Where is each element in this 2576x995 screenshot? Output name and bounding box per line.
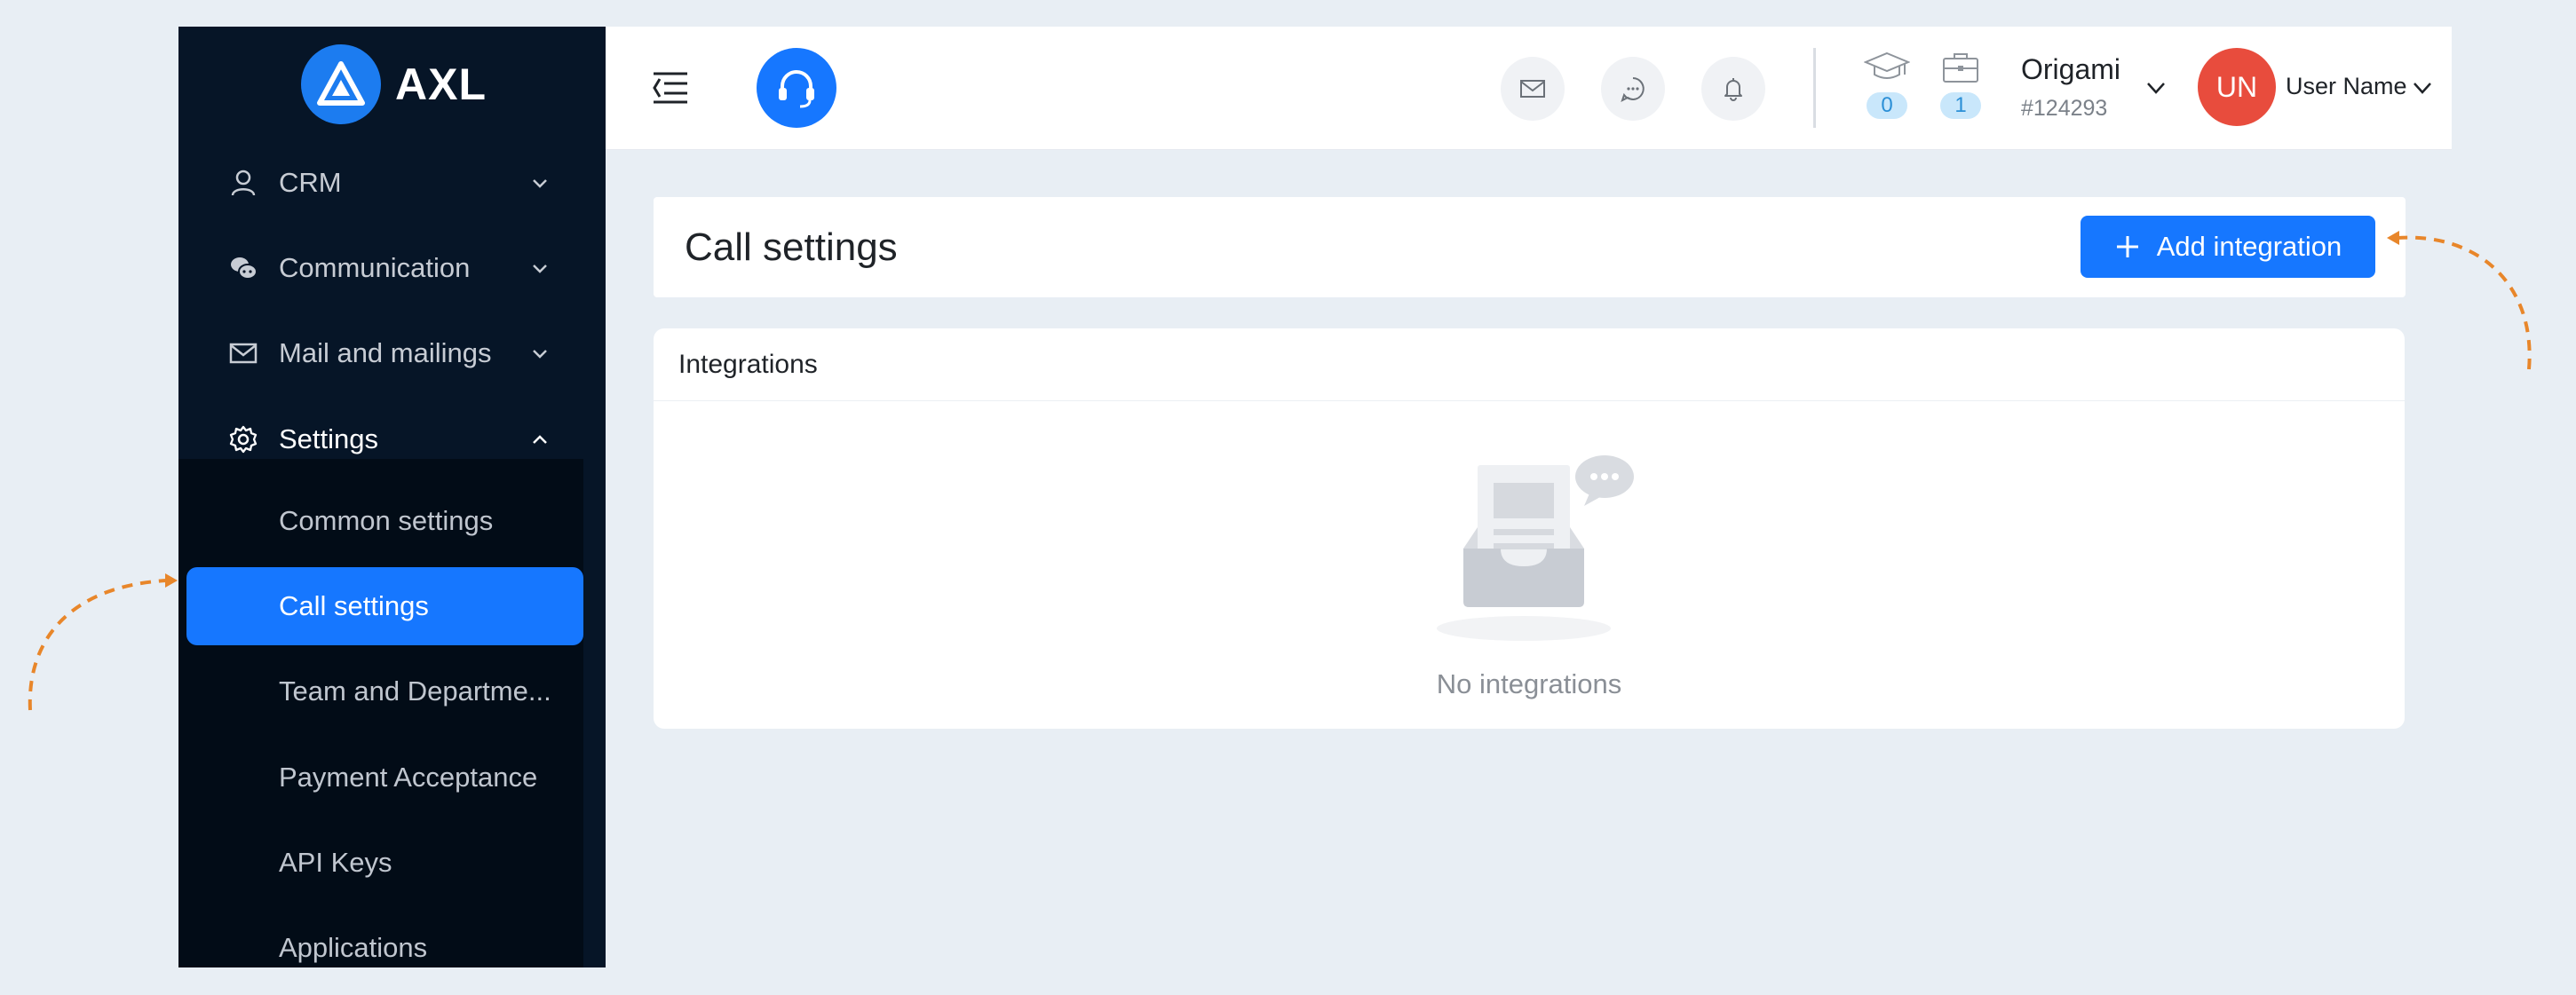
courses-counter[interactable]: 0 [1860, 50, 1914, 130]
sidebar-subitem-label: Call settings [279, 590, 429, 621]
gear-icon [229, 425, 258, 454]
graduation-cap-icon [1864, 51, 1910, 79]
sidebar-item-label: CRM [279, 167, 342, 198]
sidebar-subitem-label: API Keys [279, 847, 392, 878]
chevron-down-icon [533, 179, 547, 188]
brand-logo[interactable]: AXL [301, 44, 487, 124]
chevron-down-icon[interactable] [2144, 75, 2168, 100]
mail-icon [1520, 80, 1545, 98]
sidebar-subitem-team-departments[interactable]: Team and Departme... [178, 652, 583, 730]
sidebar-item-label: Communication [279, 252, 471, 283]
chat-bubbles-icon [231, 257, 258, 280]
sidebar-item-crm[interactable]: CRM [178, 147, 606, 218]
sidebar-subitem-api-keys[interactable]: API Keys [178, 824, 583, 902]
bell-icon [1724, 78, 1742, 101]
sidebar-subitem-label: Payment Acceptance [279, 762, 538, 793]
plus-icon [2116, 236, 2138, 257]
sidebar-subitem-payment-acceptance[interactable]: Payment Acceptance [178, 738, 583, 817]
menu-collapse-icon[interactable] [652, 71, 689, 105]
chevron-down-icon [533, 265, 547, 273]
courses-count-badge: 0 [1867, 92, 1907, 119]
chat-button[interactable] [1601, 57, 1665, 121]
sidebar: AXL CRM Communication Mail and mailings [178, 27, 606, 967]
user-icon [231, 170, 256, 196]
empty-state-text: No integrations [1436, 668, 1622, 699]
add-integration-label: Add integration [2156, 231, 2342, 262]
page-title: Call settings [685, 225, 898, 269]
headset-icon [779, 70, 814, 108]
sidebar-subitem-call-settings[interactable]: Call settings [186, 567, 583, 645]
header-divider [1813, 48, 1816, 128]
user-name[interactable]: User Name [2286, 73, 2407, 100]
sidebar-item-communication[interactable]: Communication [178, 233, 606, 304]
brand-logo-icon [301, 44, 381, 124]
account-id: #124293 [2021, 96, 2108, 121]
sidebar-item-mail[interactable]: Mail and mailings [178, 318, 606, 389]
mail-button[interactable] [1501, 57, 1565, 121]
integrations-card: Integrations No integrations [654, 328, 2405, 729]
top-header: 0 1 Origami #124293 UN User Name [606, 27, 2452, 150]
integrations-title: Integrations [654, 328, 2405, 401]
notifications-button[interactable] [1701, 57, 1765, 121]
sidebar-subitem-label: Common settings [279, 505, 494, 536]
sidebar-item-label: Mail and mailings [279, 337, 492, 368]
mail-icon [229, 343, 258, 364]
add-integration-button[interactable]: Add integration [2081, 216, 2375, 278]
settings-submenu: Common settings Call settings Team and D… [178, 459, 583, 967]
tasks-count-badge: 1 [1940, 92, 1981, 119]
sidebar-subitem-label: Applications [279, 932, 428, 963]
annotation-arrow-left [28, 573, 178, 711]
chevron-down-icon [533, 350, 547, 359]
sidebar-subitem-applications[interactable]: Applications [178, 909, 583, 967]
account-name[interactable]: Origami [2021, 53, 2120, 86]
sidebar-item-label: Settings [279, 423, 379, 454]
chevron-down-icon[interactable] [2410, 75, 2435, 100]
chevron-up-icon [533, 435, 547, 444]
support-button[interactable] [757, 48, 836, 128]
empty-inbox-icon [1437, 455, 1634, 641]
avatar[interactable]: UN [2198, 48, 2276, 126]
sidebar-subitem-label: Team and Departme... [279, 675, 551, 707]
sidebar-subitem-common-settings[interactable]: Common settings [178, 482, 583, 560]
page-header-card: Call settings Add integration [654, 197, 2406, 297]
briefcase-icon [1943, 53, 1978, 83]
chat-icon [1621, 77, 1645, 102]
tasks-counter[interactable]: 1 [1934, 50, 1987, 130]
brand-name: AXL [395, 59, 487, 109]
avatar-initials: UN [2215, 70, 2258, 103]
annotation-arrow-right [2387, 231, 2532, 370]
